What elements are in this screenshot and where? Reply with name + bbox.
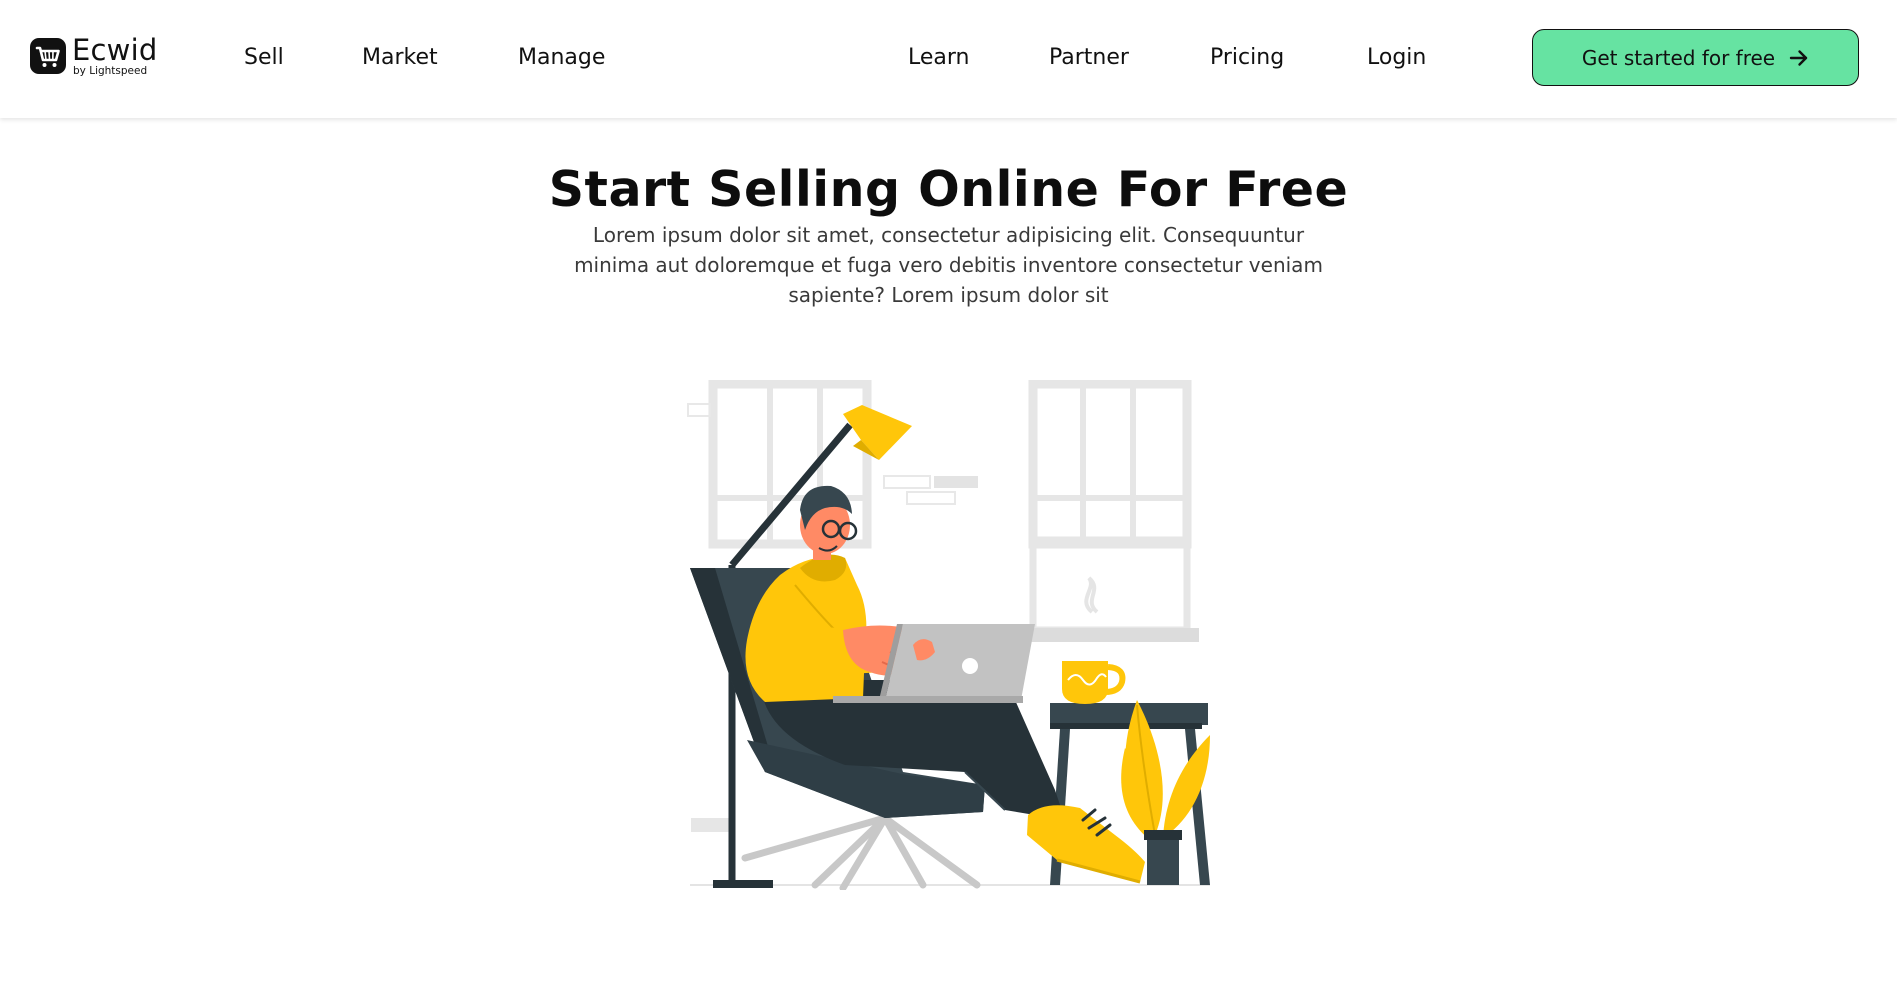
nav-pricing[interactable]: Pricing [1210,44,1284,72]
nav-sell[interactable]: Sell [244,44,284,72]
hero-title: Start Selling Online For Free [548,161,1349,218]
get-started-button[interactable]: Get started for free [1532,29,1859,86]
brand-tagline: by Lightspeed [73,65,148,77]
hero-illustration [685,379,1215,892]
brand-name: Ecwid [72,33,158,67]
site-header: Ecwid by Lightspeed Sell Market Manage L… [0,0,1897,118]
nav-partner[interactable]: Partner [1049,44,1129,72]
nav-market[interactable]: Market [362,44,438,72]
get-started-label: Get started for free [1581,45,1776,70]
arrow-right-icon [1789,49,1809,67]
armchair-legs [741,814,981,892]
nav-login[interactable]: Login [1367,44,1426,72]
hero-description: Lorem ipsum dolor sit amet, consectetur … [574,223,1323,307]
nav-manage[interactable]: Manage [518,44,605,72]
nav-learn[interactable]: Learn [908,44,970,72]
shopping-cart-icon [30,38,66,75]
brand-logo[interactable]: Ecwid by Lightspeed [30,36,157,77]
